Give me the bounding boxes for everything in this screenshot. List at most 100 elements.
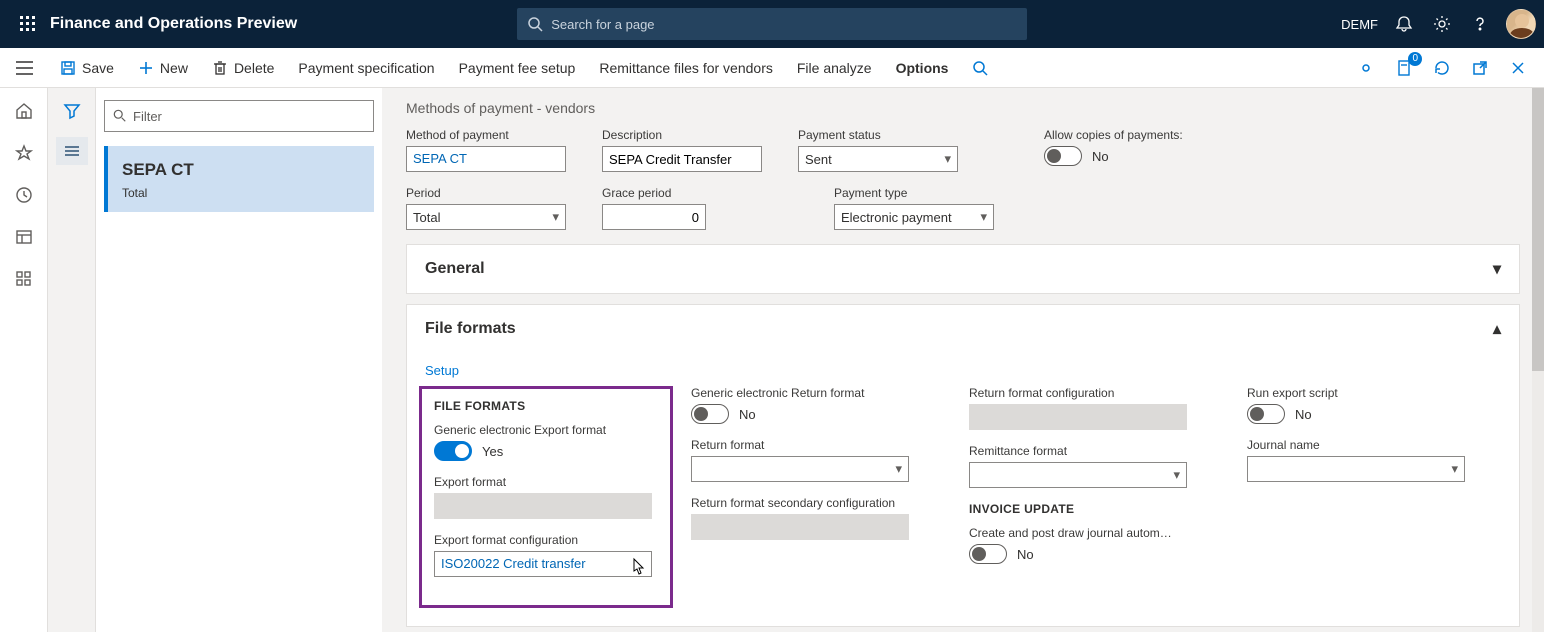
payment-status-label: Payment status bbox=[798, 128, 958, 142]
chevron-down-icon: ▾ bbox=[1493, 259, 1501, 279]
description-input[interactable] bbox=[602, 146, 762, 172]
funnel-filter-icon[interactable] bbox=[63, 102, 81, 123]
save-label: Save bbox=[82, 60, 114, 76]
app-launcher-icon[interactable] bbox=[8, 0, 48, 48]
export-config-label: Export format configuration bbox=[434, 533, 658, 547]
new-label: New bbox=[160, 60, 188, 76]
file-formats-highlight: FILE FORMATS Generic electronic Export f… bbox=[419, 386, 673, 608]
delete-label: Delete bbox=[234, 60, 274, 76]
generic-export-toggle[interactable] bbox=[434, 441, 472, 461]
allow-copies-value: No bbox=[1092, 149, 1109, 164]
period-select[interactable]: Total ▾ bbox=[406, 204, 566, 230]
settings-icon[interactable] bbox=[1430, 12, 1454, 36]
app-title: Finance and Operations Preview bbox=[50, 15, 297, 33]
return-format-label: Return format bbox=[691, 438, 951, 452]
close-icon[interactable] bbox=[1504, 54, 1532, 82]
general-panel: General ▾ bbox=[406, 244, 1520, 294]
run-export-toggle[interactable] bbox=[1247, 404, 1285, 424]
export-format-label: Export format bbox=[434, 475, 658, 489]
remittance-format-label: Remittance format bbox=[969, 444, 1229, 458]
return-format-select[interactable]: ▾ bbox=[691, 456, 909, 482]
action-search-button[interactable] bbox=[960, 48, 1000, 88]
generic-export-label: Generic electronic Export format bbox=[434, 423, 658, 437]
page-title: Methods of payment - vendors bbox=[406, 100, 1520, 116]
left-nav-rail bbox=[0, 88, 48, 632]
user-avatar[interactable] bbox=[1506, 9, 1536, 39]
allow-copies-toggle[interactable] bbox=[1044, 146, 1082, 166]
new-button[interactable]: New bbox=[126, 48, 200, 88]
file-analyze-button[interactable]: File analyze bbox=[785, 48, 884, 88]
search-icon bbox=[527, 16, 543, 32]
method-of-payment-input[interactable]: SEPA CT bbox=[406, 146, 566, 172]
generic-return-toggle[interactable] bbox=[691, 404, 729, 424]
chevron-down-icon: ▾ bbox=[1451, 461, 1458, 477]
delete-button[interactable]: Delete bbox=[200, 48, 286, 88]
setup-tab[interactable]: Setup bbox=[411, 363, 473, 386]
payment-fee-setup-button[interactable]: Payment fee setup bbox=[447, 48, 588, 88]
help-icon[interactable] bbox=[1468, 12, 1492, 36]
list-item-selected[interactable]: SEPA CT Total bbox=[104, 146, 374, 212]
file-formats-panel: File formats ▴ Setup FILE FORMATS Generi… bbox=[406, 304, 1520, 627]
chevron-down-icon: ▾ bbox=[552, 209, 559, 225]
file-formats-panel-header[interactable]: File formats ▴ bbox=[407, 305, 1519, 353]
nav-toggle-icon[interactable] bbox=[0, 48, 48, 88]
ms-top-bar: Finance and Operations Preview Search fo… bbox=[0, 0, 1544, 48]
export-config-input[interactable]: ISO20022 Credit transfer bbox=[434, 551, 652, 577]
chevron-down-icon: ▾ bbox=[980, 209, 987, 225]
payment-type-select[interactable]: Electronic payment ▾ bbox=[834, 204, 994, 230]
attach-badge: 0 bbox=[1408, 52, 1422, 66]
workspaces-icon[interactable] bbox=[4, 220, 44, 254]
modules-icon[interactable] bbox=[4, 262, 44, 296]
chevron-down-icon: ▾ bbox=[895, 461, 902, 477]
home-icon[interactable] bbox=[4, 94, 44, 128]
create-draw-toggle[interactable] bbox=[969, 544, 1007, 564]
generic-export-value: Yes bbox=[482, 444, 503, 459]
command-bar: Save New Delete Payment specification Pa… bbox=[0, 48, 1544, 88]
remittance-format-select[interactable]: ▾ bbox=[969, 462, 1187, 488]
form-content: Methods of payment - vendors Method of p… bbox=[382, 88, 1544, 632]
chevron-down-icon: ▾ bbox=[944, 151, 951, 167]
description-label: Description bbox=[602, 128, 762, 142]
invoice-update-heading: INVOICE UPDATE bbox=[969, 502, 1229, 516]
general-panel-header[interactable]: General ▾ bbox=[407, 245, 1519, 293]
list-item-title: SEPA CT bbox=[122, 160, 360, 180]
plus-icon bbox=[138, 60, 154, 76]
company-picker[interactable]: DEMF bbox=[1341, 17, 1378, 32]
search-placeholder: Search for a page bbox=[551, 17, 654, 32]
list-filter-input[interactable]: Filter bbox=[104, 100, 374, 132]
run-export-label: Run export script bbox=[1247, 386, 1507, 400]
link-icon[interactable] bbox=[1352, 54, 1380, 82]
chevron-down-icon: ▾ bbox=[1173, 467, 1180, 483]
chevron-up-icon: ▴ bbox=[1493, 319, 1501, 339]
search-icon bbox=[113, 109, 127, 123]
remittance-files-button[interactable]: Remittance files for vendors bbox=[587, 48, 785, 88]
attach-icon[interactable]: 0 bbox=[1390, 54, 1418, 82]
generic-return-label: Generic electronic Return format bbox=[691, 386, 951, 400]
global-search[interactable]: Search for a page bbox=[517, 8, 1027, 40]
search-icon bbox=[972, 60, 988, 76]
run-export-value: No bbox=[1295, 407, 1312, 422]
journal-name-label: Journal name bbox=[1247, 438, 1507, 452]
payment-status-select[interactable]: Sent ▾ bbox=[798, 146, 958, 172]
refresh-icon[interactable] bbox=[1428, 54, 1456, 82]
filter-pane bbox=[48, 88, 96, 632]
return-config-input bbox=[969, 404, 1187, 430]
record-list-pane: Filter SEPA CT Total bbox=[96, 88, 382, 632]
grace-period-input[interactable] bbox=[602, 204, 706, 230]
list-sort-icon[interactable] bbox=[56, 137, 88, 165]
save-button[interactable]: Save bbox=[48, 48, 126, 88]
file-formats-heading: FILE FORMATS bbox=[434, 399, 658, 413]
options-button[interactable]: Options bbox=[884, 48, 961, 88]
filter-placeholder: Filter bbox=[133, 109, 162, 124]
popout-icon[interactable] bbox=[1466, 54, 1494, 82]
notifications-icon[interactable] bbox=[1392, 12, 1416, 36]
scrollbar-thumb[interactable] bbox=[1532, 88, 1544, 371]
main-area: Filter SEPA CT Total Methods of payment … bbox=[0, 88, 1544, 632]
favorites-icon[interactable] bbox=[4, 136, 44, 170]
payment-specification-button[interactable]: Payment specification bbox=[286, 48, 446, 88]
allow-copies-label: Allow copies of payments: bbox=[1044, 128, 1183, 142]
grace-period-label: Grace period bbox=[602, 186, 706, 200]
recent-icon[interactable] bbox=[4, 178, 44, 212]
list-item-subtitle: Total bbox=[122, 186, 360, 200]
journal-name-select[interactable]: ▾ bbox=[1247, 456, 1465, 482]
